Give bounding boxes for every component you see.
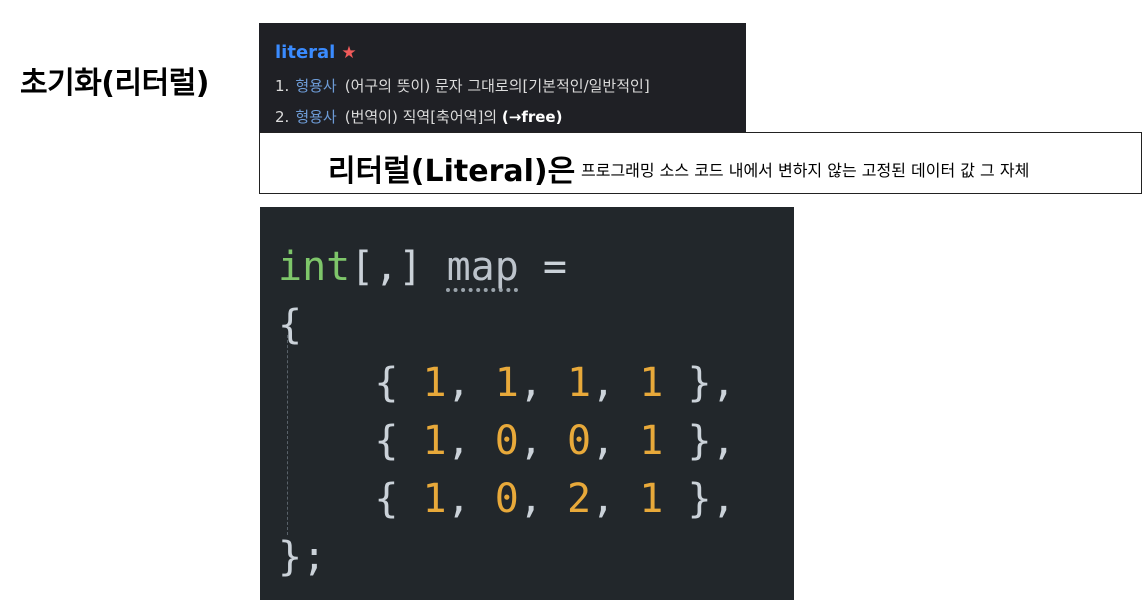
definition-description: 프로그래밍 소스 코드 내에서 변하지 않는 고정된 데이터 값 그 자체 [581,161,1030,180]
comma: , [518,360,568,406]
sense-number: 1. [275,77,290,95]
comma: , [591,476,640,522]
assign-operator: = [518,244,567,290]
literal: 1 [494,360,519,406]
literal: 1 [639,360,664,406]
code-editor: int[,] map = { { 1, 1, 1, 1 }, { 1, 0, 0… [260,207,794,600]
code-line-row-2: { 1, 0, 0, 1 }, [278,417,736,465]
literal: 1 [422,476,447,522]
literal: 1 [422,360,447,406]
literal: 1 [639,476,664,522]
definition-box: 리터럴(Literal)은 프로그래밍 소스 코드 내에서 변하지 않는 고정된… [259,132,1142,194]
code-line-row-1: { 1, 1, 1, 1 }, [278,359,736,407]
code-line-close-brace: }; [278,534,327,580]
comma: , [591,418,640,464]
row-open: { [278,360,423,406]
literal: 1 [567,360,592,406]
sense-2: 2. 형용사 (번역이) 직역[축어역]의 (→free) [275,106,562,127]
row-close: }, [663,476,736,522]
comma: , [446,360,495,406]
definition-term: 리터럴(Literal)은 [328,154,576,189]
brackets: [,] [350,244,447,290]
row-close: }, [663,418,736,464]
variable-map[interactable]: map [447,244,519,290]
star-icon[interactable]: ★ [341,43,356,63]
type-keyword: int [278,244,351,290]
sense-1: 1. 형용사 (어구의 뜻이) 문자 그대로의[기본적인/일반적인] [275,75,650,96]
row-close: }, [663,360,736,406]
literal: 2 [567,476,592,522]
part-of-speech: 형용사 [295,108,337,126]
code-line-declaration: int[,] map = [278,243,567,291]
code-line-open-brace: { [278,302,303,348]
sense-number: 2. [275,108,290,126]
literal: 0 [494,476,519,522]
dictionary-panel: literal ★ 1. 형용사 (어구의 뜻이) 문자 그대로의[기본적인/일반적인… [259,23,746,133]
sense-extra: (→free) [501,108,563,126]
literal: 0 [567,418,592,464]
comma: , [518,418,568,464]
comma: , [591,360,640,406]
sense-text: (번역이) 직역[축어역]의 [344,108,498,126]
code-line-row-3: { 1, 0, 2, 1 }, [278,475,736,523]
part-of-speech: 형용사 [295,77,337,95]
literal: 1 [639,418,664,464]
literal: 0 [494,418,519,464]
sense-text: (어구의 뜻이) 문자 그대로의[기본적인/일반적인] [344,77,650,95]
row-open: { [278,476,423,522]
dictionary-headword: literal ★ [275,42,357,63]
literal: 1 [422,418,447,464]
comma: , [446,476,495,522]
headword[interactable]: literal [275,42,335,63]
comma: , [518,476,568,522]
comma: , [446,418,495,464]
row-open: { [278,418,423,464]
side-title: 초기화(리터럴) [20,66,210,101]
